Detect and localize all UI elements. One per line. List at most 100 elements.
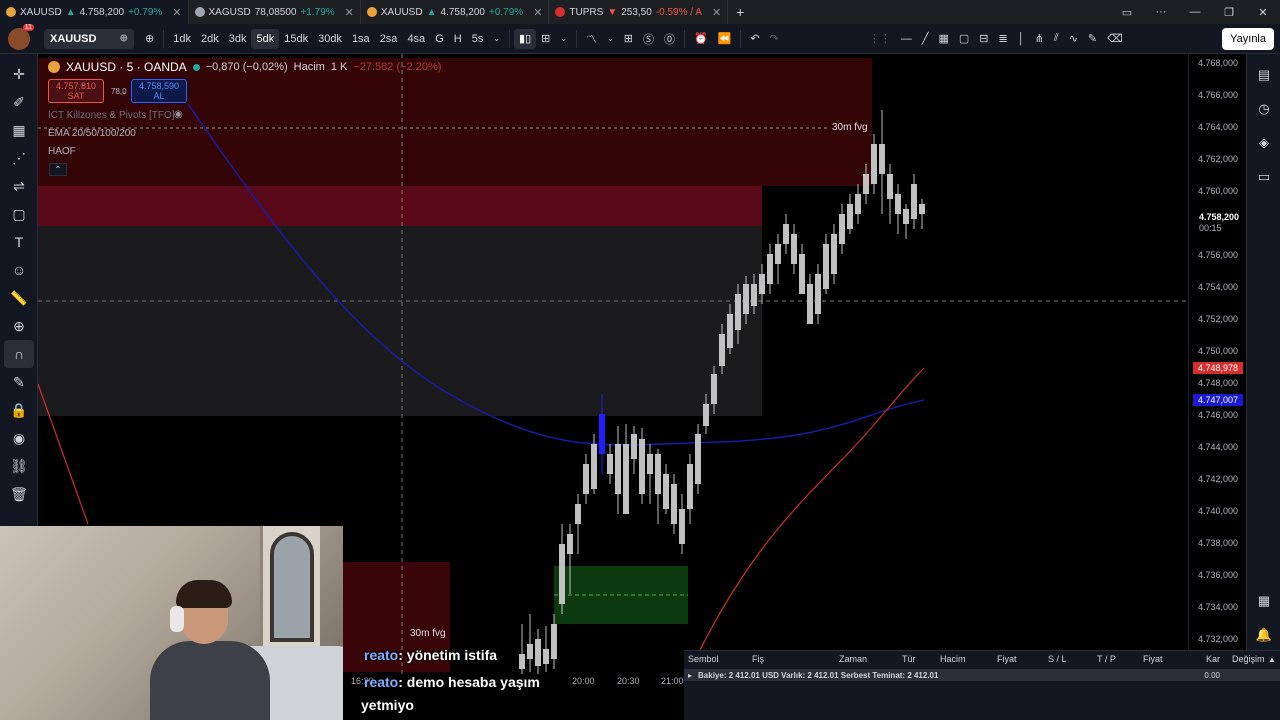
path-icon[interactable]: ∿ [1064,29,1083,49]
col-current-price[interactable]: Fiyat [1143,654,1163,664]
maximize-icon[interactable]: ❐ [1212,6,1246,19]
alert-icon[interactable]: ⏰ [689,29,713,49]
trash-icon[interactable]: 🗑 [0,480,38,508]
ruler-icon[interactable]: 📏 [0,284,38,312]
col-tp[interactable]: T / P [1097,654,1116,664]
lock-icon[interactable]: 🔒 [0,396,38,424]
watchlist-icon[interactable]: ▤ [1247,58,1280,92]
new-tab-icon[interactable]: + [728,4,752,20]
eye-visibility-icon[interactable]: ◉ [174,109,183,120]
forecast-icon[interactable]: ⇌ [0,172,38,200]
s-icon[interactable]: Ⓢ [638,29,659,49]
lines-icon[interactable]: ≣ [993,29,1012,49]
undo-icon[interactable]: ↶ [745,29,764,49]
grid-icon[interactable]: ▦ [933,29,953,49]
indicator-ema[interactable]: EMA 20/50/100/200 [48,128,136,139]
minimize-icon[interactable]: — [1178,6,1212,18]
close-window-icon[interactable]: ✕ [1246,6,1280,19]
draw-lock-icon[interactable]: ✎ [0,368,38,396]
interval-1dk[interactable]: 1dk [168,29,196,49]
col-ticket[interactable]: Fiş [752,654,764,664]
interval-5dk[interactable]: 5dk [251,28,280,49]
indicator-haof[interactable]: HAOF [48,146,76,157]
browser-tab-4[interactable]: TUPRS ▼ 253,50 -0.59% / A ✕ [549,0,729,24]
crosshair-icon[interactable]: ✛ [0,60,38,88]
chart-type-dropdown-icon[interactable]: ⌄ [555,29,572,49]
col-volume[interactable]: Hacim [940,654,966,664]
col-time[interactable]: Zaman [839,654,867,664]
drag-handle-icon[interactable]: ⋮⋮ [864,29,896,49]
price-axis[interactable]: 4.748,978 4.747,007 4.758,200 00:15 4.76… [1188,54,1246,654]
close-tab-icon[interactable]: ✕ [712,6,721,19]
grid-tool-icon[interactable]: ▦ [0,116,38,144]
buy-button[interactable]: 4.758,590 AL [131,79,187,103]
brush-icon[interactable]: ✎ [1083,29,1102,49]
chart-type-icon[interactable]: ⊞ [536,29,555,49]
col-change[interactable]: Değişim [1232,654,1265,664]
candles-icon[interactable]: ▮▯ [514,28,537,49]
magnet-icon[interactable]: ∩ [4,340,34,368]
col-price[interactable]: Fiyat [997,654,1017,664]
interval-5s[interactable]: 5s [467,29,489,49]
redo-icon[interactable]: ↷ [765,29,784,49]
interval-dropdown-icon[interactable]: ⌄ [488,29,505,49]
col-sl[interactable]: S / L [1048,654,1067,664]
interval-h[interactable]: H [449,29,467,49]
pencil-icon[interactable]: ✐ [0,88,38,116]
add-symbol-icon[interactable]: ⊕ [140,29,159,49]
close-tab-icon[interactable]: ✕ [345,6,354,19]
emoji-icon[interactable]: ☺ [0,256,38,284]
pattern-icon[interactable]: ⋰ [0,144,38,172]
col-symbol[interactable]: Sembol [688,654,719,664]
browser-tab-3[interactable]: XAUUSD ▲ 4.758,200 +0.79% ✕ [361,0,550,24]
publish-button[interactable]: Yayınla [1222,28,1274,50]
expand-icon[interactable]: ▸ [688,671,692,680]
close-tab-icon[interactable]: ✕ [172,6,181,19]
browser-tab-2[interactable]: XAGUSD 78,08500 +1.79% ✕ [189,0,361,24]
eye-icon[interactable]: ◉ [0,424,38,452]
shape-icon[interactable]: ▢ [0,200,38,228]
notifications-icon[interactable]: 🔔 [1247,618,1280,652]
o-icon[interactable]: ⓪ [659,29,680,49]
indicator-killzones[interactable]: ICT Killzones & Pivots [TFO] [48,110,175,121]
cast-icon[interactable]: ▭ [1110,6,1144,19]
col-type[interactable]: Tür [902,654,916,664]
avatar[interactable]: 11 [8,23,34,50]
pitchfork-icon[interactable]: ⋔ [1030,29,1049,49]
layers-icon[interactable]: ◈ [1247,126,1280,160]
symbol-search[interactable]: XAUUSD ⊕ [44,28,134,49]
compare-icon[interactable]: ⊕ [120,33,128,44]
interval-4sa[interactable]: 4sa [402,29,430,49]
interval-g[interactable]: G [430,29,449,49]
parallel-channel-icon[interactable]: ⫽ [1049,29,1064,49]
calendar-icon[interactable]: ▦ [1247,584,1280,618]
more-icon[interactable]: ··· [1144,6,1178,18]
trend-line-icon[interactable]: ╱ [917,29,934,49]
zoom-icon[interactable]: ⊕ [0,312,38,340]
indicators-icon[interactable]: 〽 [581,29,602,49]
layouts-icon[interactable]: ⊞ [619,29,638,49]
replay-icon[interactable]: ⏪ [713,29,737,49]
chat-icon[interactable]: ▭ [1247,160,1280,194]
browser-tab-1[interactable]: XAUUSD ▲ 4.758,200 +0.79% ✕ [0,0,189,24]
alerts-clock-icon[interactable]: ◷ [1247,92,1280,126]
interval-2sa[interactable]: 2sa [375,29,403,49]
indicators-dropdown-icon[interactable]: ⌄ [602,29,619,49]
sell-button[interactable]: 4.757,810 SAT [48,79,104,103]
interval-30dk[interactable]: 30dk [313,29,347,49]
collapse-panel-icon[interactable]: ▲ [1268,655,1276,664]
interval-15dk[interactable]: 15dk [279,29,313,49]
text-icon[interactable]: T [0,228,38,256]
collapse-legend-icon[interactable]: ⌃ [49,163,67,176]
interval-1sa[interactable]: 1sa [347,29,375,49]
legend-title[interactable]: XAUUSD · 5 · OANDA [66,60,187,74]
interval-3dk[interactable]: 3dk [224,29,252,49]
rectangle-icon[interactable]: ▢ [954,29,974,49]
eraser-icon[interactable]: ⌫ [1102,29,1128,49]
horizontal-line-icon[interactable]: — [896,29,917,49]
fib-icon[interactable]: ⊟ [974,29,993,49]
col-profit[interactable]: Kar [1206,654,1220,664]
close-tab-icon[interactable]: ✕ [533,6,542,19]
vertical-line-icon[interactable]: │ [1013,29,1030,49]
link-icon[interactable]: ⛓ [0,452,38,480]
